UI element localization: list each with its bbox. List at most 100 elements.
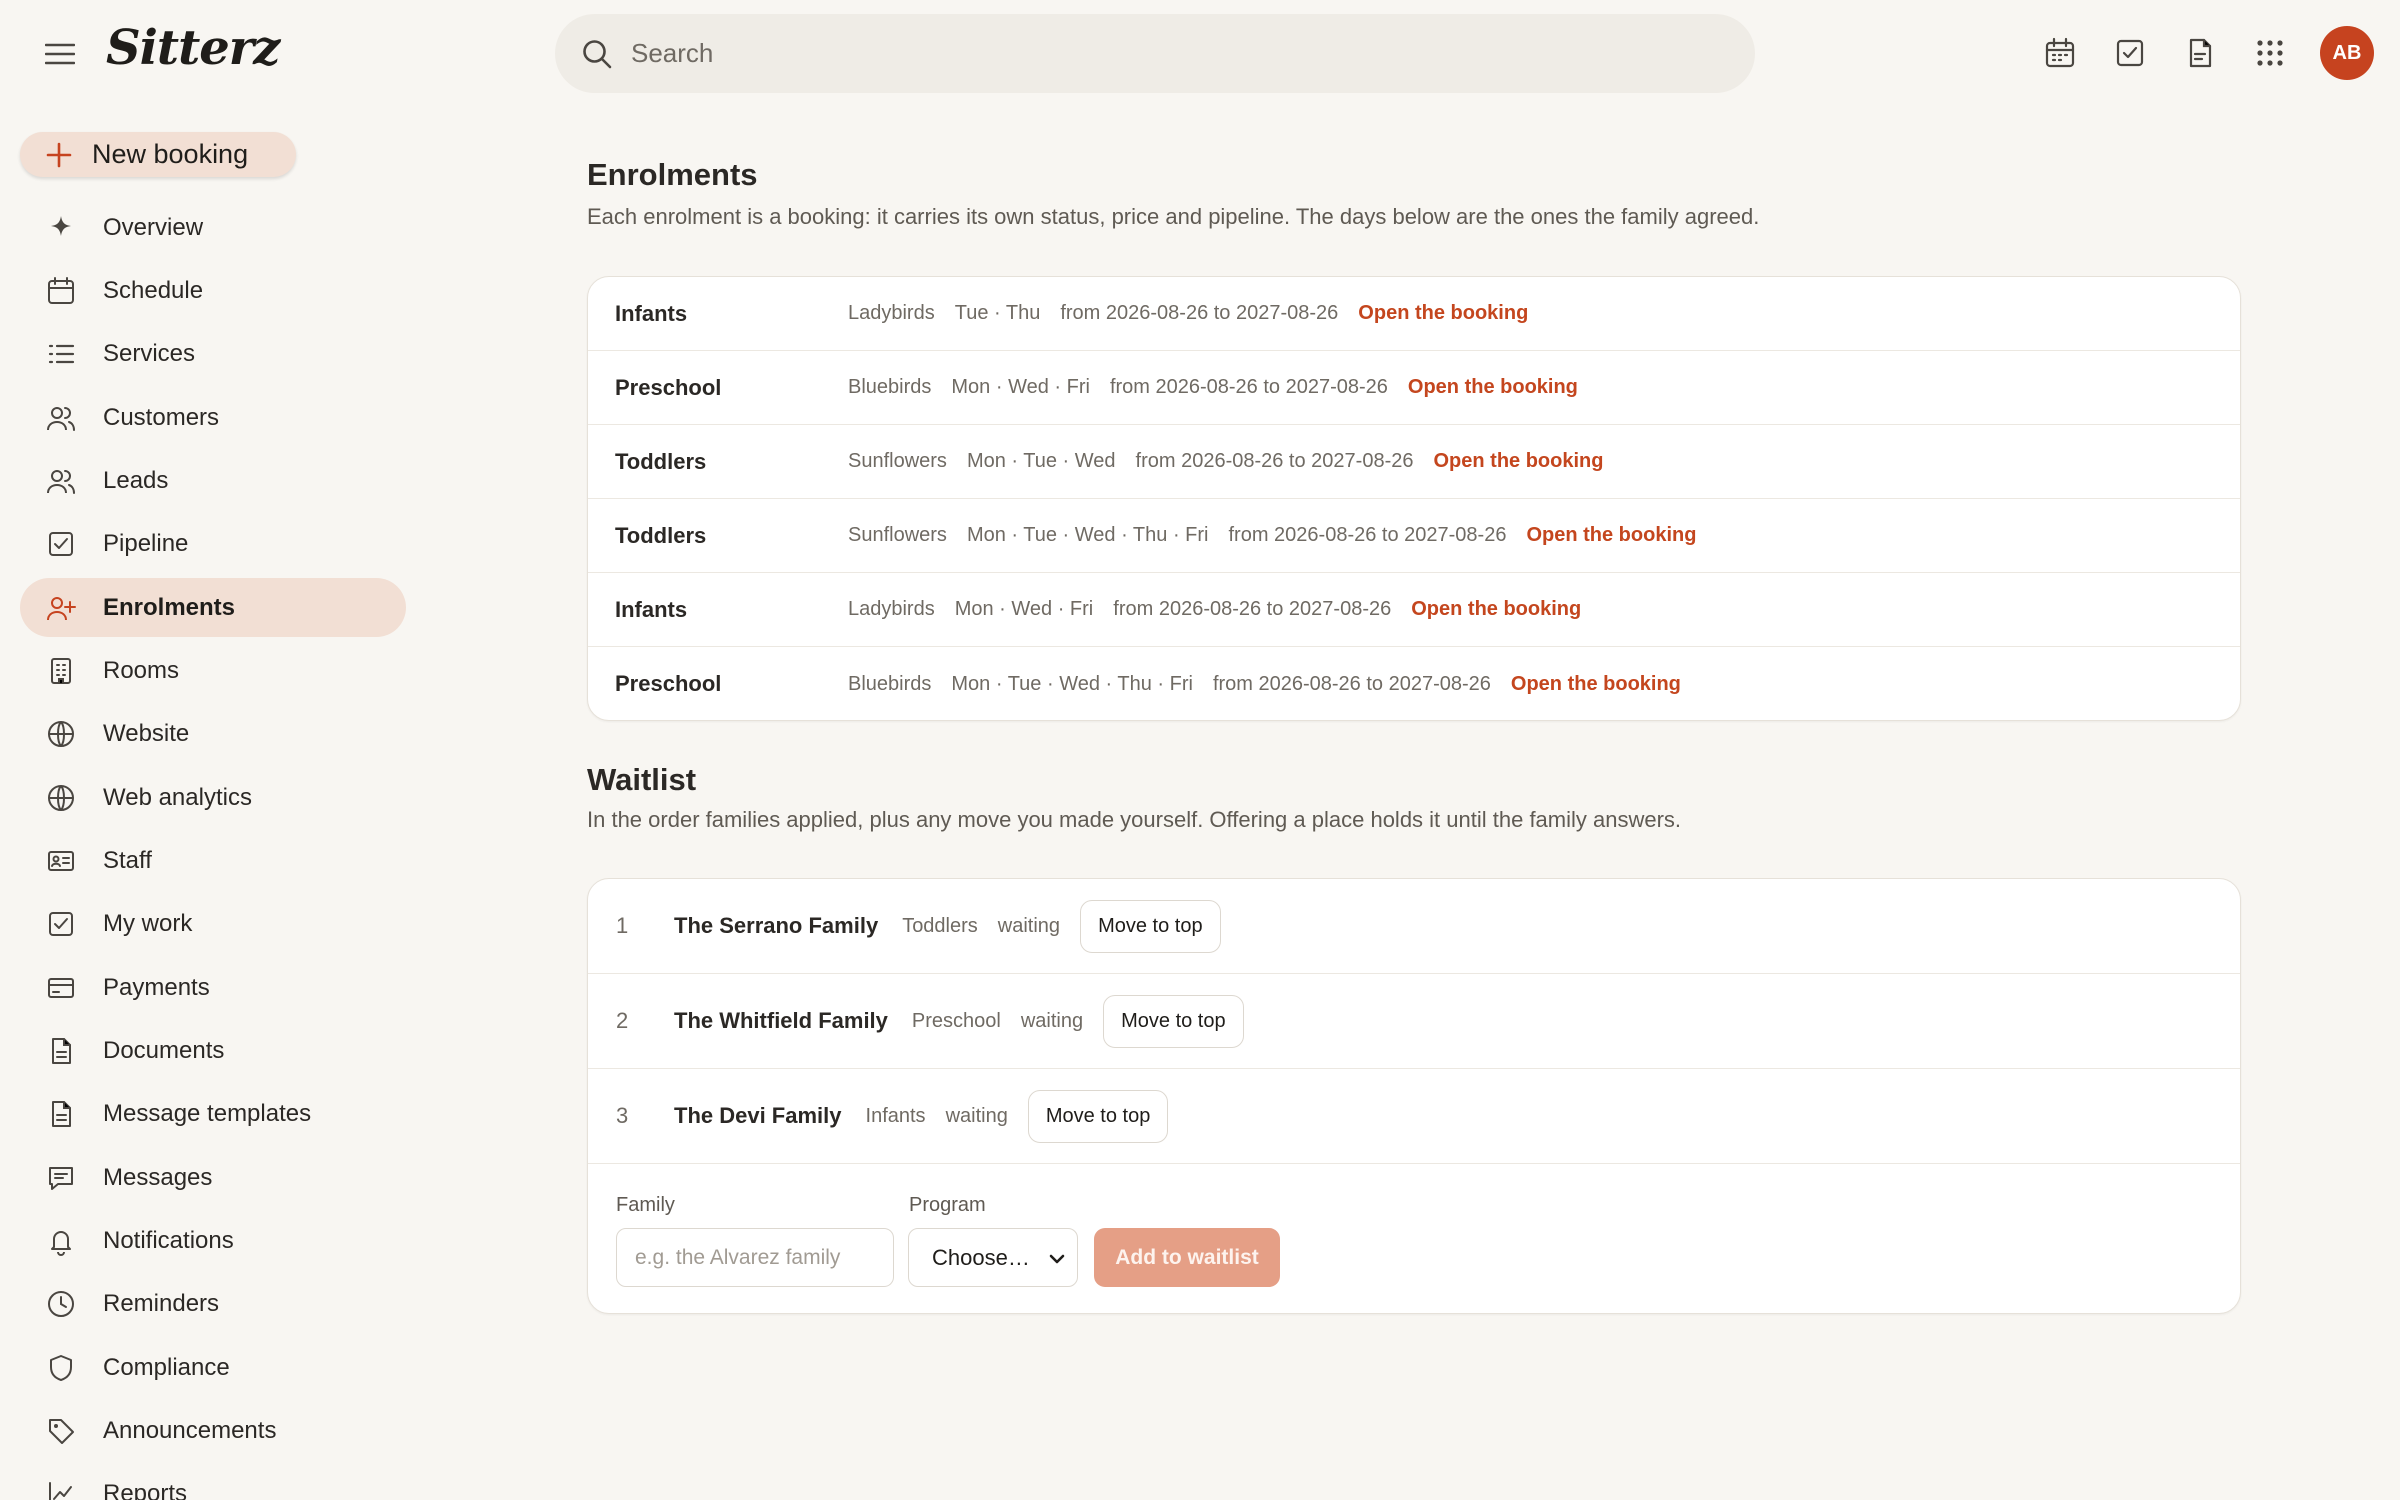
- sidebar-item-label: Website: [103, 720, 190, 748]
- enrolment-program: Toddlers: [615, 522, 707, 548]
- open-booking-link[interactable]: Open the booking: [1411, 598, 1581, 621]
- open-booking-link[interactable]: Open the booking: [1511, 673, 1681, 696]
- enrolment-days: Mon · Tue · Wed: [966, 450, 1116, 472]
- enrolment-days: Tue · Thu: [954, 302, 1041, 324]
- enrolment-dates: from 2026-08-26 to 2027-08-26: [1135, 450, 1414, 472]
- sidebar-item-enrolments[interactable]: Enrolments: [20, 578, 406, 638]
- waitlist-position: 2: [616, 1008, 629, 1033]
- open-booking-link[interactable]: Open the booking: [1433, 450, 1603, 473]
- enrolment-room: Ladybirds: [848, 302, 935, 324]
- open-booking-link[interactable]: Open the booking: [1526, 524, 1696, 547]
- waitlist-rows: 1 The Serrano Family Toddlers waiting Move t…: [588, 879, 2240, 1164]
- sidebar-item-overview[interactable]: Overview: [20, 198, 406, 257]
- new-booking-button[interactable]: New booking: [20, 132, 296, 177]
- sidebar-item-rooms[interactable]: Rooms: [20, 641, 406, 700]
- sidebar-item-message-templates[interactable]: Message templates: [20, 1085, 406, 1144]
- enrolment-dates: from 2026-08-26 to 2027-08-26: [1060, 302, 1339, 324]
- document-icon: [46, 1099, 76, 1129]
- sidebar-item-label: Staff: [103, 846, 152, 874]
- sidebar-item-label: Leads: [103, 466, 169, 494]
- clock-icon: [46, 1289, 76, 1319]
- search-bar[interactable]: [555, 14, 1755, 93]
- waitlist-row: 3 The Devi Family Infants waiting Move to to…: [588, 1069, 2240, 1164]
- enrolment-row: Preschool Bluebirds Mon · Tue · Wed · Thu …: [588, 647, 2240, 720]
- sidebar-item-label: Schedule: [103, 276, 204, 304]
- notes-icon[interactable]: [2182, 35, 2218, 71]
- shield-icon: [46, 1353, 76, 1383]
- sidebar-item-customers[interactable]: Customers: [20, 388, 406, 447]
- waitlist-position: 3: [616, 1103, 629, 1128]
- sidebar-item-staff[interactable]: Staff: [20, 831, 406, 890]
- calendar-icon[interactable]: [2042, 35, 2078, 71]
- apps-grid-icon[interactable]: [2252, 35, 2288, 71]
- sidebar-nav: Overview Schedule Services Customers Leads Pi…: [20, 198, 406, 1500]
- enrolment-room: Bluebirds: [848, 376, 932, 398]
- checkbox-icon: [46, 909, 76, 939]
- users-icon: [46, 466, 76, 496]
- app-logo[interactable]: Sitterz: [106, 20, 280, 76]
- sidebar-item-compliance[interactable]: Compliance: [20, 1338, 406, 1397]
- enrolment-program: Preschool: [615, 671, 722, 696]
- waitlist-title: Waitlist: [587, 762, 697, 797]
- sidebar-item-my-work[interactable]: My work: [20, 895, 406, 954]
- sidebar-item-label: Message templates: [103, 1100, 312, 1128]
- waitlist-card: 1 The Serrano Family Toddlers waiting Move t…: [587, 878, 2241, 1314]
- hamburger-icon: [45, 43, 75, 65]
- program-select[interactable]: Choose…: [908, 1228, 1078, 1287]
- open-booking-link[interactable]: Open the booking: [1358, 302, 1528, 325]
- sidebar-item-messages[interactable]: Messages: [20, 1148, 406, 1207]
- waitlist-position: 1: [616, 913, 629, 938]
- enrolments-title: Enrolments: [587, 157, 758, 192]
- enrolment-room: Ladybirds: [848, 598, 935, 620]
- sidebar-item-label: Payments: [103, 973, 210, 1001]
- enrolment-program: Infants: [615, 300, 688, 326]
- sidebar-item-schedule[interactable]: Schedule: [20, 261, 406, 320]
- credit-card-icon: [46, 973, 76, 1003]
- menu-button[interactable]: [42, 36, 78, 72]
- chart-icon: [46, 1479, 76, 1500]
- open-booking-link[interactable]: Open the booking: [1408, 376, 1578, 399]
- bell-icon: [46, 1226, 76, 1256]
- sidebar-item-documents[interactable]: Documents: [20, 1021, 406, 1080]
- waitlist-row: 1 The Serrano Family Toddlers waiting Move t…: [588, 879, 2240, 974]
- sidebar-item-reports[interactable]: Reports: [20, 1465, 406, 1500]
- enrolment-days: Mon · Wed · Fri: [954, 598, 1094, 620]
- waitlist-status: waiting: [997, 914, 1061, 937]
- move-to-top-button[interactable]: Move to top: [1103, 994, 1244, 1048]
- waitlist-status: waiting: [945, 1104, 1008, 1127]
- waitlist-family: The Devi Family: [674, 1103, 842, 1128]
- top-actions: AB: [2042, 26, 2374, 80]
- sidebar-item-label: Reminders: [103, 1290, 220, 1318]
- sidebar-item-reminders[interactable]: Reminders: [20, 1275, 406, 1334]
- message-icon: [46, 1163, 76, 1193]
- sidebar-item-announcements[interactable]: Announcements: [20, 1402, 406, 1461]
- sidebar-item-services[interactable]: Services: [20, 325, 406, 384]
- sidebar-item-payments[interactable]: Payments: [20, 958, 406, 1017]
- waitlist-subtitle: In the order families applied, plus any …: [587, 807, 1682, 832]
- enrolment-days: Mon · Tue · Wed · Thu · Fri: [966, 524, 1209, 546]
- enrolment-dates: from 2026-08-26 to 2027-08-26: [1113, 598, 1392, 620]
- sidebar-item-leads[interactable]: Leads: [20, 451, 406, 510]
- sidebar-item-web-analytics[interactable]: Web analytics: [20, 768, 406, 827]
- sidebar-item-notifications[interactable]: Notifications: [20, 1212, 406, 1271]
- globe-icon: [46, 719, 76, 749]
- family-field-label: Family: [616, 1194, 675, 1216]
- add-to-waitlist-button[interactable]: Add to waitlist: [1094, 1228, 1280, 1287]
- enrolment-program: Infants: [615, 596, 688, 622]
- enrolment-program: Toddlers: [615, 448, 707, 474]
- sidebar-item-pipeline[interactable]: Pipeline: [20, 515, 406, 574]
- calendar-icon: [46, 276, 76, 306]
- enrolment-room: Bluebirds: [848, 672, 932, 695]
- move-to-top-button[interactable]: Move to top: [1080, 899, 1221, 953]
- user-avatar[interactable]: AB: [2320, 26, 2374, 80]
- enrolment-program: Preschool: [615, 374, 722, 400]
- search-input[interactable]: [631, 38, 1731, 69]
- building-icon: [46, 656, 76, 686]
- sidebar-item-label: Messages: [103, 1163, 213, 1191]
- sidebar-item-label: Notifications: [103, 1227, 234, 1254]
- family-input[interactable]: [616, 1228, 894, 1287]
- task-check-icon[interactable]: [2112, 35, 2148, 71]
- move-to-top-button[interactable]: Move to top: [1027, 1089, 1169, 1143]
- sidebar-item-website[interactable]: Website: [20, 705, 406, 764]
- tag-icon: [46, 1416, 76, 1446]
